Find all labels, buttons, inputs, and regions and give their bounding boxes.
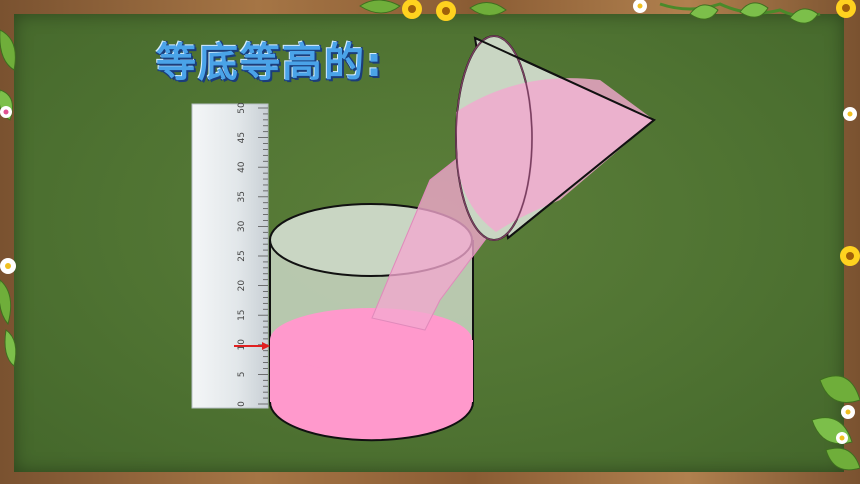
illustration: 50454035302520151050	[0, 0, 860, 471]
flower-icon	[840, 246, 860, 266]
leaf-icon	[4, 329, 17, 367]
leaf-icon	[689, 4, 719, 20]
decoration-top	[359, 0, 856, 24]
leaf-icon	[469, 2, 507, 16]
decoration-right	[811, 107, 860, 471]
daisy-icon	[633, 0, 647, 13]
leaf-icon	[819, 375, 860, 403]
ruler-label: 45	[237, 132, 247, 143]
daisy-icon	[843, 107, 857, 121]
ruler-label: 25	[237, 250, 247, 261]
water-in-cylinder	[269, 308, 474, 442]
flower-icon	[402, 0, 422, 19]
ruler-label: 5	[237, 372, 247, 378]
flower-icon	[836, 0, 856, 18]
ruler-label: 15	[237, 309, 247, 320]
ruler-label: 10	[237, 339, 247, 351]
leaf-icon	[359, 0, 401, 14]
ruler-label: 20	[237, 280, 247, 292]
leaf-icon	[825, 447, 860, 471]
ruler-label: 50	[237, 102, 247, 114]
leaf-icon	[0, 29, 16, 71]
ruler-label: 0	[237, 401, 247, 407]
leaf-icon	[0, 279, 12, 326]
ruler-label: 30	[237, 220, 247, 232]
decoration-left	[0, 29, 17, 367]
cone	[455, 35, 656, 241]
ruler: 50454035302520151050	[191, 102, 269, 409]
daisy-icon	[0, 258, 16, 274]
ruler-label: 40	[237, 161, 247, 173]
ruler-label: 35	[237, 191, 247, 202]
slide-canvas: 等底等高的: 50 45 40 35 30 25 20 15 10 5 0	[0, 0, 860, 484]
daisy-icon	[0, 106, 12, 118]
leaf-icon	[739, 2, 769, 18]
flower-icon	[436, 1, 456, 21]
leaf-icon	[789, 8, 819, 24]
daisy-icon	[836, 432, 848, 444]
daisy-icon	[841, 405, 855, 419]
